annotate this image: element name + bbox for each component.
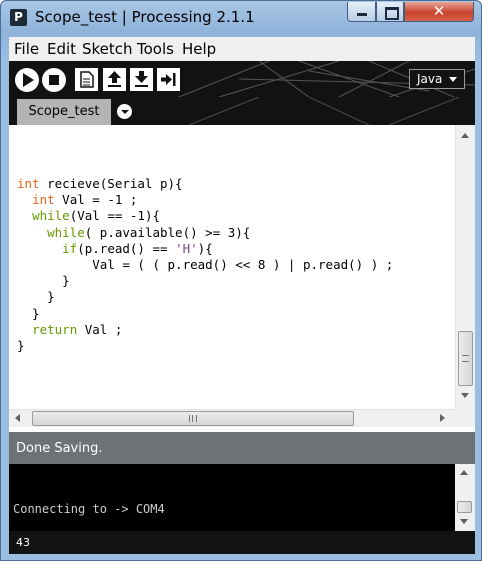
save-button[interactable]	[130, 68, 153, 91]
editor-horizontal-scrollbar[interactable]	[9, 409, 455, 427]
run-icon	[23, 73, 34, 87]
title-bar[interactable]: P Scope_test | Processing 2.1.1 ✕	[1, 1, 481, 35]
new-button[interactable]	[75, 68, 98, 91]
scroll-right-arrow-icon[interactable]	[440, 414, 445, 422]
code-line: }	[17, 305, 40, 321]
chevron-down-icon	[449, 77, 457, 82]
scroll-down-arrow-icon[interactable]	[461, 393, 469, 398]
editor-vertical-scrollbar[interactable]	[455, 125, 475, 409]
toolbar: Java	[9, 61, 475, 97]
mode-label: Java	[417, 72, 443, 86]
console-scroll-thumb[interactable]	[457, 501, 472, 513]
tab-bar: Scope_test	[9, 97, 475, 125]
tab-menu-button[interactable]	[117, 104, 132, 119]
export-icon	[161, 73, 176, 86]
new-icon	[80, 71, 94, 88]
code-line: while(Val == -1){	[32, 208, 161, 224]
code-line: while( p.available() >= 3){	[47, 224, 251, 240]
maximize-button[interactable]	[376, 2, 404, 22]
menu-file[interactable]: File	[14, 40, 39, 58]
open-icon	[108, 71, 121, 87]
code-line: if(p.read() == 'H'){	[62, 240, 213, 256]
save-icon	[135, 71, 148, 87]
status-bar: Done Saving.	[9, 432, 475, 464]
status-message: Done Saving.	[16, 441, 103, 456]
scrollbar-corner	[455, 409, 475, 427]
app-window: P Scope_test | Processing 2.1.1 ✕ File E…	[0, 0, 482, 561]
code-line: int Val = -1 ;	[32, 192, 138, 208]
menu-help[interactable]: Help	[182, 40, 216, 58]
window-title: Scope_test | Processing 2.1.1	[35, 8, 255, 26]
code-line: int recieve(Serial p){	[17, 176, 183, 191]
stop-button[interactable]	[42, 68, 66, 92]
line-number-bar: 43	[9, 531, 475, 554]
console-scroll-down-arrow-icon[interactable]	[460, 519, 468, 524]
console-scroll-up-arrow-icon[interactable]	[460, 470, 468, 475]
close-icon: ✕	[432, 2, 446, 20]
current-line-number: 43	[16, 536, 30, 549]
run-button[interactable]	[15, 68, 39, 92]
code-line: }	[17, 289, 55, 305]
horizontal-scroll-thumb[interactable]	[32, 411, 354, 426]
scroll-up-arrow-icon[interactable]	[461, 133, 469, 138]
vertical-scroll-thumb[interactable]	[458, 331, 473, 386]
menu-edit[interactable]: Edit	[47, 40, 76, 58]
scroll-left-arrow-icon[interactable]	[15, 414, 20, 422]
menu-sketch[interactable]: Sketch	[82, 40, 133, 58]
close-button[interactable]: ✕	[404, 2, 474, 22]
stop-icon	[49, 75, 59, 85]
mode-selector[interactable]: Java	[409, 69, 465, 89]
processing-app-icon[interactable]: P	[10, 9, 27, 26]
code-text[interactable]: int recieve(Serial p){ int Val = -1 ; wh…	[17, 176, 393, 354]
menu-bar: File Edit Sketch Tools Help	[9, 37, 475, 61]
export-button[interactable]	[157, 68, 180, 91]
code-line: }	[17, 338, 25, 354]
console-area[interactable]: Connecting to -> COM4	[9, 464, 475, 531]
code-editor[interactable]: int recieve(Serial p){ int Val = -1 ; wh…	[9, 125, 475, 432]
console-output-line: Connecting to -> COM4	[13, 502, 165, 516]
console-vertical-scrollbar[interactable]	[455, 464, 475, 531]
code-line: return Val ;	[32, 321, 123, 337]
tab-scope-test[interactable]: Scope_test	[17, 99, 111, 125]
code-line: Val = ( ( p.read() << 8 ) | p.read() ) ;	[17, 257, 394, 273]
menu-tools[interactable]: Tools	[137, 40, 174, 58]
minimize-button[interactable]	[347, 2, 376, 22]
code-line: }	[17, 273, 70, 289]
open-button[interactable]	[103, 68, 126, 91]
